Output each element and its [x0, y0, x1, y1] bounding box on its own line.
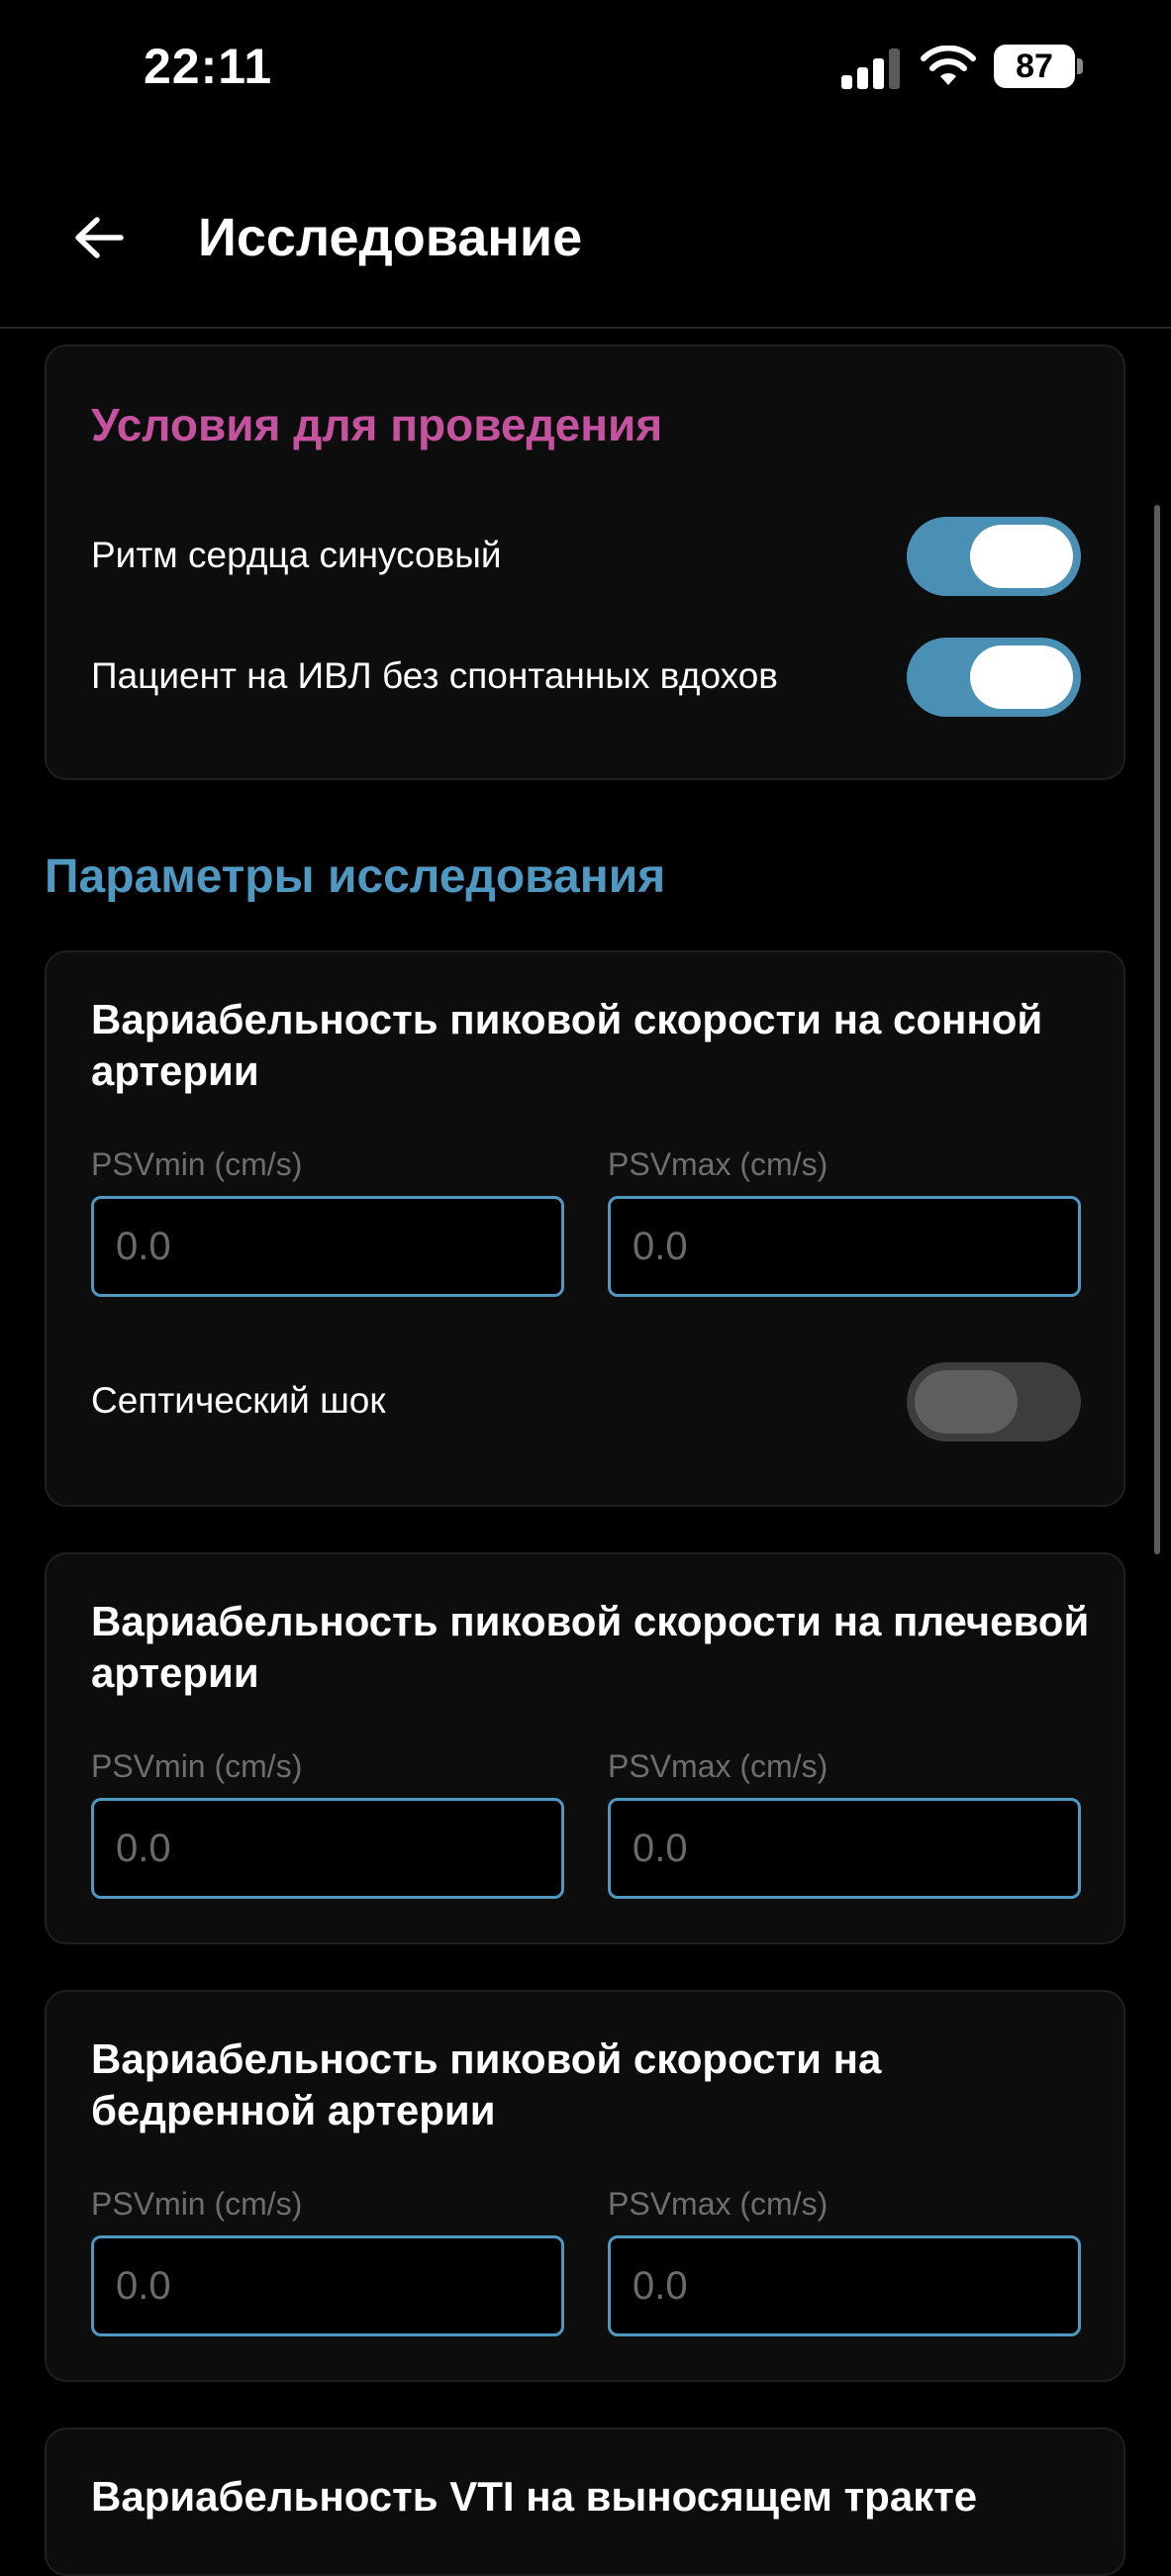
psv-min-label: PSVmin (cm/s) — [91, 1748, 303, 1784]
wifi-icon — [921, 46, 976, 85]
carotid-card: Вариабельность пиковой скорости на сонно… — [45, 950, 1125, 1507]
psv-max-label: PSVmax (cm/s) — [608, 2186, 829, 2222]
arrow-left-icon — [75, 217, 124, 258]
scrollbar[interactable] — [1154, 505, 1160, 1554]
condition-label: Пациент на ИВЛ без спонтанных вдохов — [91, 655, 778, 696]
vti-card: Вариабельность VTI на выносящем тракте — [45, 2427, 1125, 2576]
cellular-signal-icon — [841, 49, 900, 89]
conditions-title: Условия для проведения — [91, 399, 663, 450]
psv-max-input[interactable] — [608, 1798, 1081, 1899]
condition-row-ventilation: Пациент на ИВЛ без спонтанных вдохов — [91, 638, 1081, 717]
psv-max-input[interactable] — [608, 2235, 1081, 2336]
condition-row-sinus-rhythm: Ритм сердца синусовый — [91, 517, 1081, 596]
page-title: Исследование — [198, 208, 583, 267]
femoral-card: Вариабельность пиковой скорости на бедре… — [45, 1990, 1125, 2382]
card-title: Вариабельность пиковой скорости на плече… — [91, 1598, 1090, 1696]
status-time: 22:11 — [144, 39, 273, 94]
psv-min-label: PSVmin (cm/s) — [91, 2186, 303, 2222]
ventilation-toggle[interactable] — [907, 638, 1081, 717]
toggle-knob — [970, 645, 1073, 709]
septic-shock-toggle[interactable] — [907, 1362, 1081, 1441]
psv-min-input[interactable] — [91, 1196, 564, 1297]
card-title: Вариабельность пиковой скорости на сонно… — [91, 996, 1043, 1094]
condition-label: Ритм сердца синусовый — [91, 535, 502, 575]
battery-level: 87 — [1016, 47, 1053, 85]
conditions-card: Условия для проведения Ритм сердца синус… — [45, 345, 1125, 780]
battery-icon: 87 — [994, 45, 1075, 88]
psv-min-label: PSVmin (cm/s) — [91, 1146, 303, 1182]
psv-max-input[interactable] — [608, 1196, 1081, 1297]
septic-shock-label: Септический шок — [91, 1380, 386, 1421]
toggle-knob — [970, 525, 1073, 588]
status-bar: 22:11 87 — [0, 0, 1171, 139]
sinus-rhythm-toggle[interactable] — [907, 517, 1081, 596]
card-title: Вариабельность пиковой скорости на бедре… — [91, 2035, 882, 2133]
battery-tip — [1077, 58, 1083, 74]
septic-shock-row: Септический шок — [91, 1362, 1081, 1441]
toggle-knob — [915, 1370, 1018, 1434]
app-bar: Исследование — [0, 139, 1171, 329]
psv-min-input[interactable] — [91, 1798, 564, 1899]
card-title: Вариабельность VTI на выносящем тракте — [91, 2473, 978, 2520]
parameters-heading: Параметры исследования — [45, 850, 666, 903]
psv-max-label: PSVmax (cm/s) — [608, 1748, 829, 1784]
brachial-card: Вариабельность пиковой скорости на плече… — [45, 1552, 1125, 1944]
back-button[interactable] — [59, 198, 139, 277]
psv-min-input[interactable] — [91, 2235, 564, 2336]
psv-max-label: PSVmax (cm/s) — [608, 1146, 829, 1182]
